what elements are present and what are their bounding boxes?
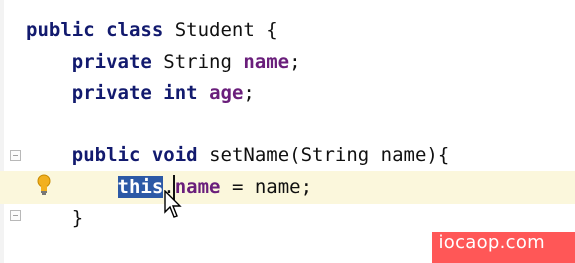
- code-token: ;: [289, 51, 301, 73]
- code-token: public: [26, 19, 95, 41]
- code-token: setName(String name){: [197, 144, 450, 166]
- code-line[interactable]: }: [26, 203, 83, 234]
- code-line[interactable]: private String name;: [26, 47, 301, 78]
- code-token: }: [26, 207, 84, 229]
- code-token: this: [117, 176, 164, 198]
- code-token: public: [71, 144, 141, 166]
- code-line[interactable]: public class Student {: [26, 15, 278, 46]
- mouse-pointer-icon: [164, 190, 182, 218]
- code-token: name: [243, 51, 290, 73]
- watermark: iocaop.com: [438, 232, 545, 253]
- code-token: age: [209, 82, 244, 104]
- code-token: class: [106, 19, 164, 41]
- fold-icon[interactable]: [10, 210, 21, 221]
- editor-gutter: [0, 0, 4, 263]
- code-line[interactable]: private int age;: [26, 78, 255, 109]
- fold-icon[interactable]: [10, 150, 21, 161]
- code-token: private: [71, 51, 152, 73]
- code-token: = name;: [220, 176, 313, 198]
- code-token: Student {: [163, 19, 278, 41]
- code-token: int: [163, 82, 198, 104]
- code-token: private: [71, 82, 152, 104]
- code-token: ;: [243, 82, 255, 104]
- code-line[interactable]: public void setName(String name){: [26, 140, 450, 171]
- code-token: String: [151, 51, 244, 73]
- code-token: void: [151, 144, 198, 166]
